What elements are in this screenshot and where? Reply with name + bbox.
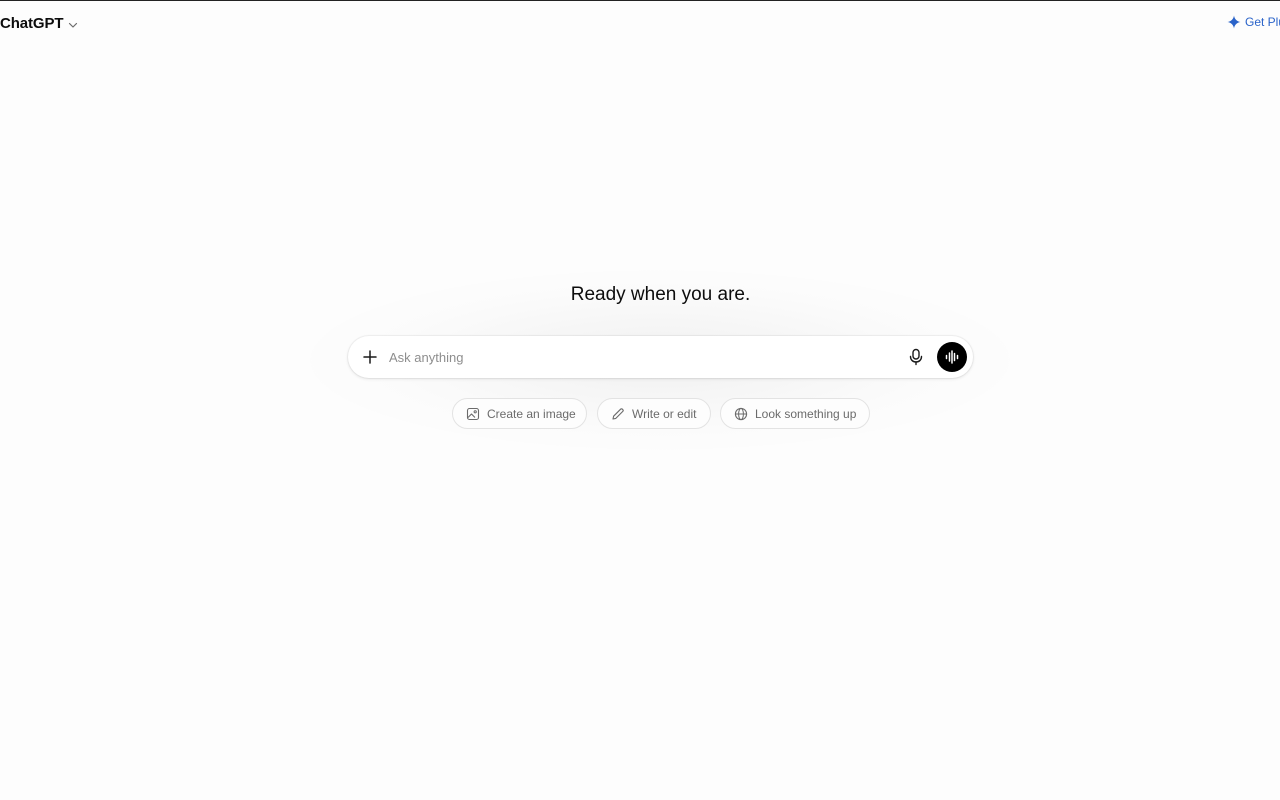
voice-waveform-icon	[945, 350, 959, 364]
main-area: Ready when you are. Create an image	[0, 0, 1280, 800]
globe-icon	[734, 407, 748, 420]
page-title: Ready when you are.	[570, 284, 751, 305]
add-attachment-button[interactable]	[359, 346, 381, 368]
suggestion-label: Create an image	[487, 406, 576, 421]
plus-icon	[363, 350, 377, 364]
suggestion-write-or-edit[interactable]: Write or edit	[597, 398, 711, 429]
microphone-icon	[909, 348, 923, 366]
image-icon	[466, 407, 480, 420]
suggestion-look-something-up[interactable]: Look something up	[720, 398, 870, 429]
suggestion-label: Write or edit	[632, 406, 697, 421]
suggestion-label: Look something up	[755, 406, 857, 421]
dictate-button[interactable]	[906, 347, 926, 367]
prompt-composer	[348, 336, 973, 378]
voice-mode-button[interactable]	[937, 342, 967, 372]
suggestion-create-image[interactable]: Create an image	[452, 398, 587, 429]
pencil-icon	[612, 407, 624, 420]
prompt-input[interactable]	[389, 346, 889, 368]
